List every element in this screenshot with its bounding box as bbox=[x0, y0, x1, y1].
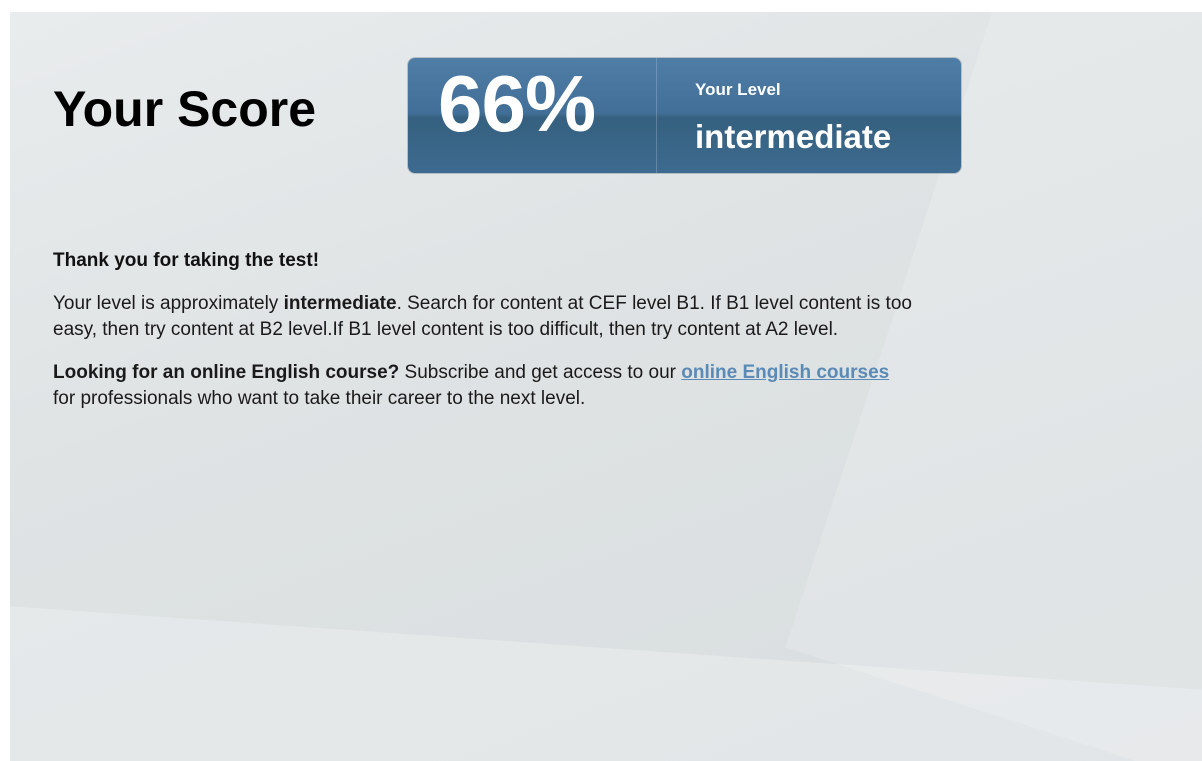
thanks-heading: Thank you for taking the test! bbox=[53, 250, 320, 271]
score-percent: 66% bbox=[438, 59, 596, 148]
level-text-bold: intermediate bbox=[283, 293, 397, 314]
score-title: Your Score bbox=[53, 81, 317, 137]
course-heading: Looking for an online English course? bbox=[53, 362, 400, 383]
level-paragraph: Your level is approximately intermediate… bbox=[53, 291, 913, 343]
course-text-after: for professionals who want to take their… bbox=[53, 388, 586, 409]
score-divider bbox=[656, 58, 657, 173]
course-text-before: Subscribe and get access to our bbox=[399, 362, 682, 383]
level-label: Your Level bbox=[695, 80, 781, 99]
score-box: 66% Your Level intermediate bbox=[408, 58, 961, 173]
results-message: Thank you for taking the test! Your leve… bbox=[53, 248, 913, 429]
online-courses-link[interactable]: online English courses bbox=[681, 362, 889, 383]
level-text-prefix: Your level is approximately bbox=[53, 293, 284, 314]
course-paragraph: Looking for an online English course? Su… bbox=[53, 360, 913, 412]
level-value: intermediate bbox=[695, 118, 892, 155]
